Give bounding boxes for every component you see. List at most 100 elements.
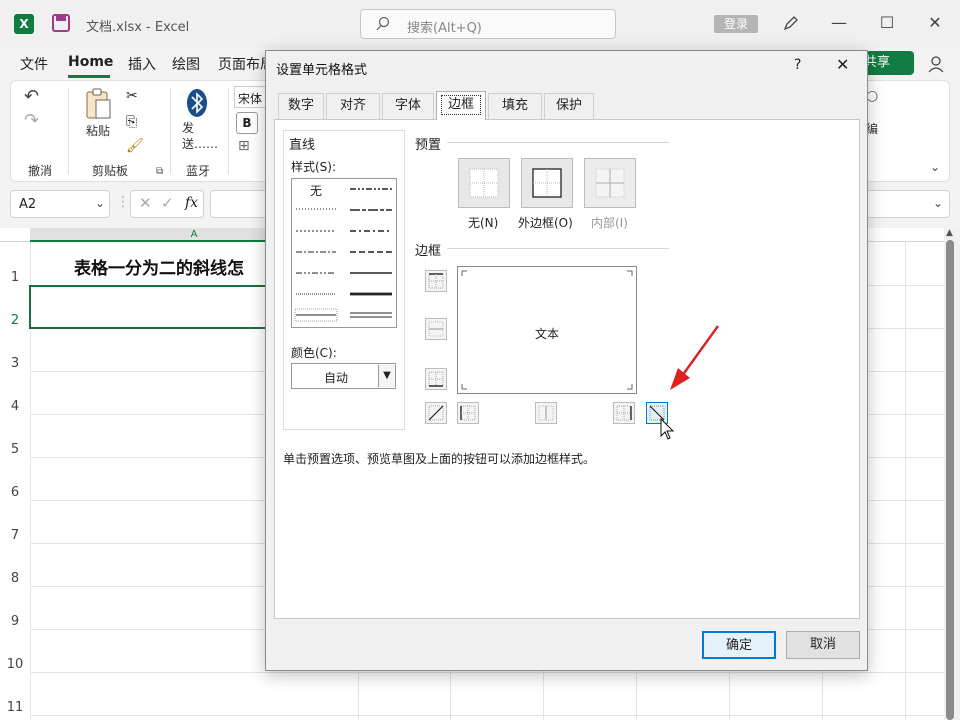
ribbon-separator — [170, 88, 171, 174]
format-painter-icon[interactable]: 🖌 — [126, 138, 144, 154]
bold-button[interactable]: B — [236, 112, 258, 134]
minimize-icon[interactable] — [786, 14, 804, 32]
copy-icon[interactable]: ⎘ — [126, 114, 137, 130]
border-inner-vertical-icon — [538, 405, 554, 421]
row-header-7[interactable]: 7 — [0, 528, 30, 543]
preview-text: 文本 — [535, 327, 560, 341]
font-name-box[interactable]: 宋体 — [234, 86, 268, 108]
grid-vline — [905, 242, 906, 720]
border-preview-box[interactable]: 文本 — [457, 266, 637, 394]
home-tab-underline — [68, 75, 110, 78]
border-divider — [447, 248, 669, 249]
help-button[interactable]: ? — [794, 57, 801, 73]
border-right-icon — [616, 405, 632, 421]
name-box-value: A2 — [19, 197, 37, 212]
cancel-entry-icon[interactable]: ✕ — [139, 194, 152, 212]
close-window-button[interactable]: ✕ — [926, 14, 944, 32]
menu-insert[interactable]: 插入 — [128, 54, 156, 74]
confirm-entry-icon[interactable]: ✓ — [161, 194, 174, 212]
border-left-icon — [460, 405, 476, 421]
save-icon[interactable] — [52, 14, 70, 32]
undo-group-label: 撤消 — [28, 164, 53, 178]
border-inner-horizontal-button[interactable] — [425, 318, 447, 340]
maximize-button[interactable]: ☐ — [878, 14, 896, 32]
ribbon-separator — [68, 88, 69, 174]
redo-icon[interactable]: ↷ — [24, 110, 39, 131]
search-box[interactable]: 搜索(Alt+Q) — [360, 9, 616, 39]
row-header-1[interactable]: 1 — [0, 270, 30, 285]
cancel-button[interactable]: 取消 — [786, 631, 860, 659]
row-header-4[interactable]: 4 — [0, 399, 30, 414]
grid-hline — [30, 715, 944, 716]
chevron-down-icon[interactable]: ⌄ — [95, 196, 105, 210]
chevron-down-icon[interactable]: ▼ — [378, 365, 395, 387]
selected-cell-a2[interactable] — [29, 285, 269, 329]
tab-border-label: 边框 — [440, 95, 481, 115]
menu-home[interactable]: Home — [68, 54, 113, 70]
border-bottom-button[interactable] — [425, 368, 447, 390]
dialog-launcher-icon[interactable]: ⧉ — [156, 166, 163, 177]
comment-icon[interactable] — [926, 54, 946, 74]
row-header-6[interactable]: 6 — [0, 485, 30, 500]
undo-icon[interactable]: ↶ — [24, 86, 39, 107]
border-top-button[interactable] — [425, 270, 447, 292]
preset-inside-button[interactable] — [584, 158, 636, 208]
cell-a1-title[interactable]: 表格一分为二的斜线怎 — [74, 254, 244, 279]
paste-label[interactable]: 粘贴 — [86, 122, 110, 139]
tab-font[interactable]: 字体 — [382, 93, 434, 119]
tab-border[interactable]: 边框 — [436, 91, 486, 120]
tab-protection[interactable]: 保护 — [544, 93, 594, 119]
row-header-5[interactable]: 5 — [0, 442, 30, 457]
tab-alignment[interactable]: 对齐 — [326, 93, 380, 119]
border-right-button[interactable] — [613, 402, 635, 424]
preset-group-label: 预置 — [415, 138, 442, 153]
scroll-up-icon[interactable]: ▲ — [946, 228, 953, 238]
color-value: 自动 — [324, 371, 349, 385]
line-style-list[interactable]: 无 — [291, 178, 397, 328]
color-label: 颜色(C): — [291, 346, 337, 360]
menu-file[interactable]: 文件 — [20, 54, 48, 74]
insert-function-icon[interactable]: fx — [185, 195, 198, 211]
border-top-icon — [428, 273, 444, 289]
name-box[interactable]: A2 ⌄ — [10, 190, 110, 218]
border-left-button[interactable] — [457, 402, 479, 424]
clipboard-group-label: 剪贴板 — [92, 164, 129, 178]
tab-fill[interactable]: 填充 — [488, 93, 542, 119]
send-label[interactable]: 发送…… — [182, 120, 218, 152]
cut-icon[interactable]: ✂ — [126, 88, 138, 104]
preset-outline-button[interactable] — [521, 158, 573, 208]
diagonal-up-icon — [428, 405, 444, 421]
minimize-button[interactable]: — — [830, 14, 848, 32]
border-tab-panel: 直线 样式(S): 无 颜色(C): 自动 ▼ 预置 无(N) 外边框(O) 内… — [274, 119, 860, 619]
expand-formula-icon[interactable]: ⌄ — [933, 196, 943, 210]
row-header-11[interactable]: 11 — [0, 700, 30, 715]
border-inner-vertical-button[interactable] — [535, 402, 557, 424]
border-group-label: 边框 — [415, 244, 442, 259]
row-header-8[interactable]: 8 — [0, 571, 30, 586]
paste-icon[interactable] — [84, 88, 112, 120]
bluetooth-icon[interactable] — [186, 88, 208, 118]
login-button[interactable]: 登录 — [714, 15, 758, 33]
row-header-2[interactable]: 2 — [0, 313, 30, 328]
more-options-icon[interactable]: ⋮ — [116, 194, 130, 210]
borders-icon[interactable]: ⊞ — [238, 138, 250, 154]
preset-none-button[interactable] — [458, 158, 510, 208]
scrollbar-thumb[interactable] — [946, 240, 954, 720]
menu-draw[interactable]: 绘图 — [172, 54, 200, 74]
tab-number[interactable]: 数字 — [278, 93, 324, 119]
border-inner-horizontal-icon — [428, 321, 444, 337]
preset-inside-label: 内部(I) — [591, 216, 628, 230]
line-style-samples[interactable] — [292, 179, 396, 327]
color-select[interactable]: 自动 ▼ — [291, 363, 396, 389]
bluetooth-group-label: 蓝牙 — [186, 164, 211, 178]
border-diagonal-up-button[interactable] — [425, 402, 447, 424]
row-header-10[interactable]: 10 — [0, 657, 30, 672]
ribbon-collapse-icon[interactable]: ⌄ — [930, 160, 940, 174]
style-label: 样式(S): — [291, 160, 337, 174]
document-title: 文档.xlsx - Excel — [86, 20, 190, 35]
row-header-9[interactable]: 9 — [0, 614, 30, 629]
row-header-3[interactable]: 3 — [0, 356, 30, 371]
dialog-close-button[interactable]: ✕ — [836, 55, 849, 74]
annotation-arrow-icon — [670, 325, 719, 390]
ok-button[interactable]: 确定 — [702, 631, 776, 659]
